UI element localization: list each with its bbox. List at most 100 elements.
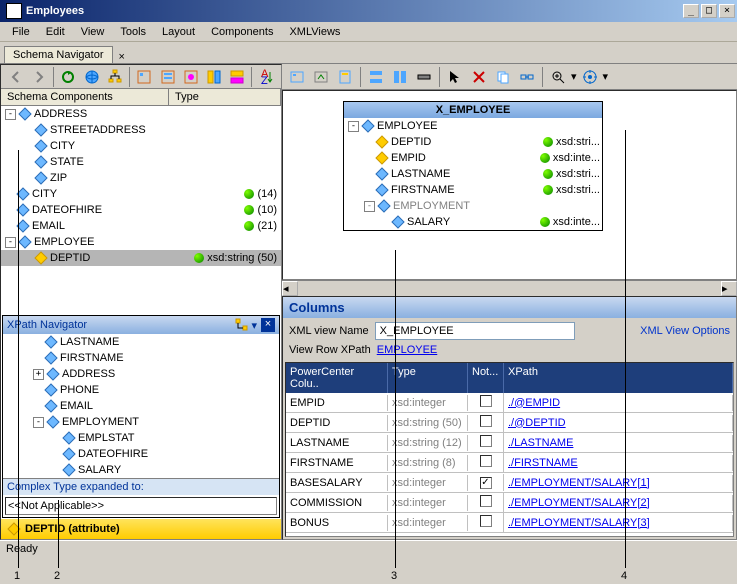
rtool-link[interactable] <box>516 66 538 88</box>
menu-xmlviews[interactable]: XMLViews <box>281 24 348 40</box>
checkbox[interactable]: ✓ <box>480 477 492 489</box>
checkbox[interactable] <box>480 395 492 407</box>
xmlview-name-input[interactable] <box>375 322 575 340</box>
xpath-close-button[interactable]: × <box>261 318 275 332</box>
xpath-tree[interactable]: LASTNAMEFIRSTNAME+ADDRESSPHONEEMAIL-EMPL… <box>3 334 279 478</box>
menu-tools[interactable]: Tools <box>112 24 154 40</box>
xpath-tree-row[interactable]: SALARY <box>3 462 279 478</box>
tab-close-icon[interactable]: × <box>115 51 129 63</box>
xpath-tree-row[interactable]: EMPLSTAT <box>3 430 279 446</box>
tree-row[interactable]: CITY <box>1 138 281 154</box>
scroll-right-button[interactable]: ▸ <box>721 281 737 296</box>
expand-icon[interactable]: + <box>33 369 44 380</box>
rtool-zoom[interactable] <box>547 66 569 88</box>
header-type[interactable]: Type <box>169 89 281 105</box>
scroll-left-button[interactable]: ◂ <box>282 281 298 296</box>
grid-row[interactable]: DEPTIDxsd:string (50)./@DEPTID <box>286 413 733 433</box>
diagram-row[interactable]: -EMPLOYEE <box>344 118 602 134</box>
view-row-xpath-link[interactable]: EMPLOYEE <box>377 344 438 356</box>
rtool-delete[interactable] <box>468 66 490 88</box>
expand-icon[interactable]: - <box>348 121 359 132</box>
grid-row[interactable]: COMMISSIONxsd:integer./EMPLOYMENT/SALARY… <box>286 493 733 513</box>
nav-back-button[interactable] <box>5 66 26 88</box>
diagram-row[interactable]: SALARYxsd:inte... <box>344 214 602 230</box>
cell-not[interactable] <box>468 513 504 532</box>
nav-forward-button[interactable] <box>28 66 49 88</box>
cell-xpath[interactable]: ./@EMPID <box>504 395 733 411</box>
rtool-1[interactable] <box>286 66 308 88</box>
grid-header-type[interactable]: Type <box>388 363 468 393</box>
tree-row[interactable]: -ADDRESS <box>1 106 281 122</box>
cell-not[interactable]: ✓ <box>468 474 504 491</box>
rtool-5[interactable] <box>389 66 411 88</box>
cell-xpath[interactable]: ./FIRSTNAME <box>504 455 733 471</box>
sort-button[interactable]: AZ <box>256 66 277 88</box>
xpath-tree-icon[interactable] <box>235 318 249 332</box>
grid-row[interactable]: BONUSxsd:integer./EMPLOYMENT/SALARY[3] <box>286 513 733 533</box>
expand-icon[interactable]: - <box>364 201 375 212</box>
diagram-scrollbar[interactable]: ◂ ▸ <box>282 280 737 296</box>
diagram-row[interactable]: EMPIDxsd:inte... <box>344 150 602 166</box>
cell-xpath[interactable]: ./EMPLOYMENT/SALARY[1] <box>504 475 733 491</box>
menu-layout[interactable]: Layout <box>154 24 203 40</box>
xml-view-options-link[interactable]: XML View Options <box>640 325 730 337</box>
close-button[interactable]: × <box>719 4 735 18</box>
rtool-zoom-dropdown-icon[interactable]: ▾ <box>571 70 577 83</box>
cell-not[interactable] <box>468 493 504 512</box>
columns-grid[interactable]: PowerCenter Colu.. Type Not... XPath EMP… <box>285 362 734 537</box>
xpath-tree-row[interactable]: -EMPLOYMENT <box>3 414 279 430</box>
view5-button[interactable] <box>226 66 247 88</box>
xpath-tree-row[interactable]: FIRSTNAME <box>3 350 279 366</box>
cell-xpath[interactable]: ./LASTNAME <box>504 435 733 451</box>
minimize-button[interactable]: _ <box>683 4 699 18</box>
tree-row[interactable]: CITY (14) <box>1 186 281 202</box>
menu-view[interactable]: View <box>73 24 113 40</box>
rtool-pointer[interactable] <box>444 66 466 88</box>
view3-button[interactable] <box>180 66 201 88</box>
grid-row[interactable]: BASESALARYxsd:integer✓./EMPLOYMENT/SALAR… <box>286 473 733 493</box>
rtool-target-dropdown-icon[interactable]: ▾ <box>603 70 609 83</box>
grid-row[interactable]: FIRSTNAMExsd:string (8)./FIRSTNAME <box>286 453 733 473</box>
cell-xpath[interactable]: ./EMPLOYMENT/SALARY[2] <box>504 495 733 511</box>
tree-row[interactable]: DATEOFHIRE (10) <box>1 202 281 218</box>
diagram-row[interactable]: DEPTIDxsd:stri... <box>344 134 602 150</box>
rtool-6[interactable] <box>413 66 435 88</box>
rtool-2[interactable] <box>310 66 332 88</box>
cell-not[interactable] <box>468 433 504 452</box>
header-schema-components[interactable]: Schema Components <box>1 89 169 105</box>
expand-icon[interactable]: - <box>33 417 44 428</box>
xpath-dropdown-icon[interactable]: ▾ <box>251 319 257 332</box>
tree-row[interactable]: EMAIL (21) <box>1 218 281 234</box>
maximize-button[interactable]: □ <box>701 4 717 18</box>
tree-row[interactable]: STATE <box>1 154 281 170</box>
grid-header-powercenter[interactable]: PowerCenter Colu.. <box>286 363 388 393</box>
tree-row[interactable]: -EMPLOYEE <box>1 234 281 250</box>
rtool-4[interactable] <box>365 66 387 88</box>
tree-row[interactable]: ZIP <box>1 170 281 186</box>
view1-button[interactable] <box>134 66 155 88</box>
grid-row[interactable]: EMPIDxsd:integer./@EMPID <box>286 393 733 413</box>
diagram-box[interactable]: X_EMPLOYEE -EMPLOYEEDEPTIDxsd:stri...EMP… <box>343 101 603 231</box>
tab-schema-navigator[interactable]: Schema Navigator <box>4 46 113 63</box>
cell-not[interactable] <box>468 453 504 472</box>
expand-icon[interactable]: - <box>5 237 16 248</box>
cell-not[interactable] <box>468 393 504 412</box>
checkbox[interactable] <box>480 515 492 527</box>
checkbox[interactable] <box>480 415 492 427</box>
cell-not[interactable] <box>468 413 504 432</box>
menu-components[interactable]: Components <box>203 24 281 40</box>
menu-file[interactable]: File <box>4 24 38 40</box>
cell-xpath[interactable]: ./@DEPTID <box>504 415 733 431</box>
menu-edit[interactable]: Edit <box>38 24 73 40</box>
view4-button[interactable] <box>203 66 224 88</box>
diagram-row[interactable]: -EMPLOYMENT <box>344 198 602 214</box>
tree-button[interactable] <box>104 66 125 88</box>
checkbox[interactable] <box>480 435 492 447</box>
rtool-copy[interactable] <box>492 66 514 88</box>
xpath-tree-row[interactable]: LASTNAME <box>3 334 279 350</box>
view2-button[interactable] <box>157 66 178 88</box>
grid-header-not[interactable]: Not... <box>468 363 504 393</box>
schema-tree[interactable]: -ADDRESSSTREETADDRESSCITYSTATEZIPCITY (1… <box>1 106 281 314</box>
xpath-tree-row[interactable]: +ADDRESS <box>3 366 279 382</box>
checkbox[interactable] <box>480 455 492 467</box>
